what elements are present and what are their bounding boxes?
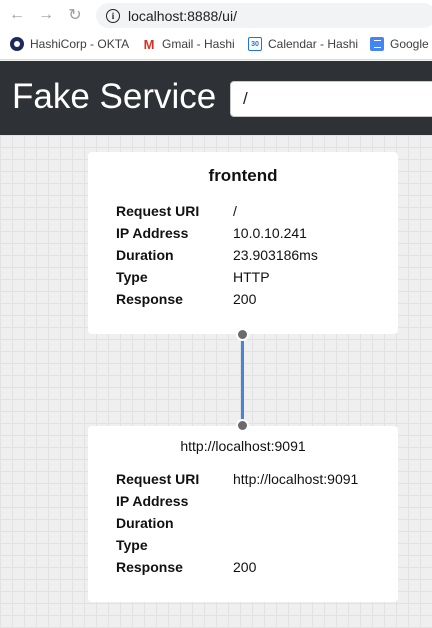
detail-key: IP Address bbox=[116, 493, 189, 509]
detail-row: Request URI / bbox=[116, 200, 318, 222]
reload-icon[interactable]: ↻ bbox=[65, 5, 85, 25]
detail-value: http://localhost:9091 bbox=[233, 471, 359, 487]
bookmark-okta[interactable]: HashiCorp - OKTA bbox=[10, 37, 129, 51]
detail-key: Duration bbox=[116, 247, 174, 263]
app-title: Fake Service bbox=[12, 77, 217, 116]
gmail-icon: M bbox=[143, 36, 155, 52]
bookmark-label: Google bbox=[390, 37, 429, 51]
back-arrow-icon[interactable]: ← bbox=[7, 5, 27, 25]
detail-key: Type bbox=[116, 537, 148, 553]
detail-row: Response 200 bbox=[116, 556, 358, 578]
detail-key: Request URI bbox=[116, 203, 200, 219]
address-bar[interactable]: i localhost:8888/ui/ bbox=[96, 3, 432, 28]
detail-key: IP Address bbox=[116, 225, 189, 241]
bookmark-gmail[interactable]: M Gmail - Hashi bbox=[142, 36, 235, 52]
input-port-handle[interactable] bbox=[236, 419, 249, 432]
graph-edge bbox=[241, 336, 244, 424]
detail-value: 200 bbox=[233, 559, 257, 575]
detail-row: IP Address bbox=[116, 490, 358, 512]
output-port-handle[interactable] bbox=[236, 328, 249, 341]
bookmark-google-docs[interactable]: Google bbox=[370, 37, 429, 51]
detail-row: Response 200 bbox=[116, 288, 318, 310]
detail-row: Type bbox=[116, 534, 358, 556]
node-details: Request URI / IP Address 10.0.10.241 Durat… bbox=[116, 200, 318, 310]
detail-key: Response bbox=[116, 559, 183, 575]
path-input[interactable] bbox=[230, 81, 432, 117]
detail-value: 200 bbox=[233, 291, 257, 307]
browser-toolbar: ← → ↻ i localhost:8888/ui/ bbox=[0, 0, 432, 30]
detail-row: IP Address 10.0.10.241 bbox=[116, 222, 318, 244]
app-header: Fake Service bbox=[0, 61, 432, 135]
node-title: http://localhost:9091 bbox=[180, 438, 306, 454]
site-info-icon[interactable]: i bbox=[106, 8, 120, 23]
bookmark-label: Calendar - Hashi bbox=[268, 37, 359, 51]
detail-key: Type bbox=[116, 269, 148, 285]
detail-value: HTTP bbox=[233, 269, 270, 285]
url-text: localhost:8888/ui/ bbox=[128, 7, 237, 24]
detail-key: Response bbox=[116, 291, 183, 307]
detail-row: Type HTTP bbox=[116, 266, 318, 288]
detail-value: 10.0.10.241 bbox=[233, 225, 307, 241]
detail-key: Duration bbox=[116, 515, 174, 531]
node-details: Request URI http://localhost:9091 IP Addr… bbox=[116, 468, 358, 578]
okta-icon bbox=[10, 37, 24, 51]
calendar-icon: 30 bbox=[248, 37, 262, 51]
detail-value: / bbox=[233, 203, 237, 219]
node-title: frontend bbox=[208, 166, 278, 185]
docs-icon bbox=[370, 37, 384, 51]
bookmark-calendar[interactable]: 30 Calendar - Hashi bbox=[248, 37, 358, 51]
service-node-upstream[interactable]: http://localhost:9091 Request URI http://… bbox=[88, 426, 398, 602]
service-node-frontend[interactable]: frontend Request URI / IP Address 10.0.10.… bbox=[88, 152, 398, 334]
bookmark-label: Gmail - Hashi bbox=[162, 37, 235, 51]
detail-row: Duration 23.903186ms bbox=[116, 244, 318, 266]
bookmarks-bar: HashiCorp - OKTA M Gmail - Hashi 30 Cale… bbox=[0, 30, 432, 60]
bookmark-label: HashiCorp - OKTA bbox=[30, 37, 130, 51]
detail-key: Request URI bbox=[116, 471, 200, 487]
detail-value: 23.903186ms bbox=[233, 247, 318, 263]
detail-row: Duration bbox=[116, 512, 358, 534]
detail-row: Request URI http://localhost:9091 bbox=[116, 468, 358, 490]
forward-arrow-icon[interactable]: → bbox=[36, 5, 56, 25]
